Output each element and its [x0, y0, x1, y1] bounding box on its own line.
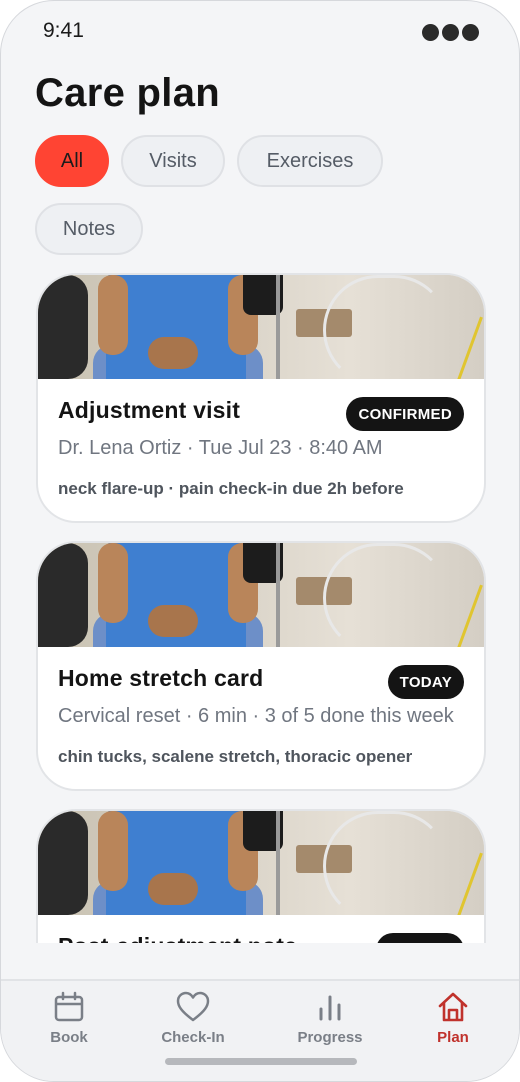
tab-label: Check-In	[161, 1029, 225, 1046]
tab-progress[interactable]: Progress	[275, 991, 385, 1046]
page-title: Care plan	[35, 71, 220, 115]
care-plan-feed[interactable]: Adjustment visit CONFIRMED Dr. Lena Orti…	[1, 263, 519, 943]
tab-plan[interactable]: Plan	[398, 991, 508, 1046]
card-photo	[38, 543, 484, 647]
status-dot-icon	[422, 24, 439, 41]
status-time: 9:41	[43, 19, 84, 42]
bar-chart-icon	[319, 995, 341, 1021]
filter-chip-all[interactable]: All	[35, 135, 109, 187]
care-card[interactable]: Home stretch card TODAY Cervical reset ·…	[36, 541, 486, 791]
heart-icon	[176, 991, 210, 1022]
status-badge	[376, 933, 464, 943]
card-meta: Cervical reset · 6 min · 3 of 5 done thi…	[58, 705, 454, 727]
card-title: Home stretch card	[58, 665, 264, 691]
tab-book[interactable]: Book	[14, 991, 124, 1046]
card-title: Adjustment visit	[58, 397, 241, 423]
calendar-icon	[54, 991, 84, 1022]
status-dot-icon	[462, 24, 479, 41]
phone-frame: 9:41 Care plan All Visits Exercises Note…	[0, 0, 520, 1082]
filter-chip-notes[interactable]: Notes	[35, 203, 143, 255]
care-card[interactable]: Adjustment visit CONFIRMED Dr. Lena Orti…	[36, 273, 486, 523]
card-tags: chin tucks, scalene stretch, thoracic op…	[58, 747, 413, 766]
status-dot-icon	[442, 24, 459, 41]
tab-label: Plan	[437, 1029, 469, 1046]
tab-label: Book	[50, 1029, 88, 1046]
card-photo	[38, 275, 484, 379]
filter-chip-visits[interactable]: Visits	[121, 135, 225, 187]
card-title: Post-adjustment note	[58, 933, 297, 943]
status-badge: TODAY	[387, 665, 464, 699]
home-indicator[interactable]	[165, 1058, 357, 1065]
card-photo	[38, 811, 484, 915]
status-indicators	[422, 24, 479, 41]
home-icon	[438, 992, 468, 1022]
tab-label: Progress	[297, 1029, 363, 1046]
card-meta: Dr. Lena Ortiz · Tue Jul 23 · 8:40 AM	[58, 437, 383, 459]
bottom-tab-bar: Book Check-In Progress Plan	[1, 979, 519, 1081]
tab-check-in[interactable]: Check-In	[138, 991, 248, 1046]
filter-chip-exercises[interactable]: Exercises	[237, 135, 383, 187]
status-bar: 9:41	[43, 19, 479, 49]
status-badge: CONFIRMED	[346, 397, 464, 431]
care-card[interactable]: Post-adjustment note	[36, 809, 486, 943]
card-tags: neck flare-up · pain check-in due 2h bef…	[58, 479, 404, 498]
